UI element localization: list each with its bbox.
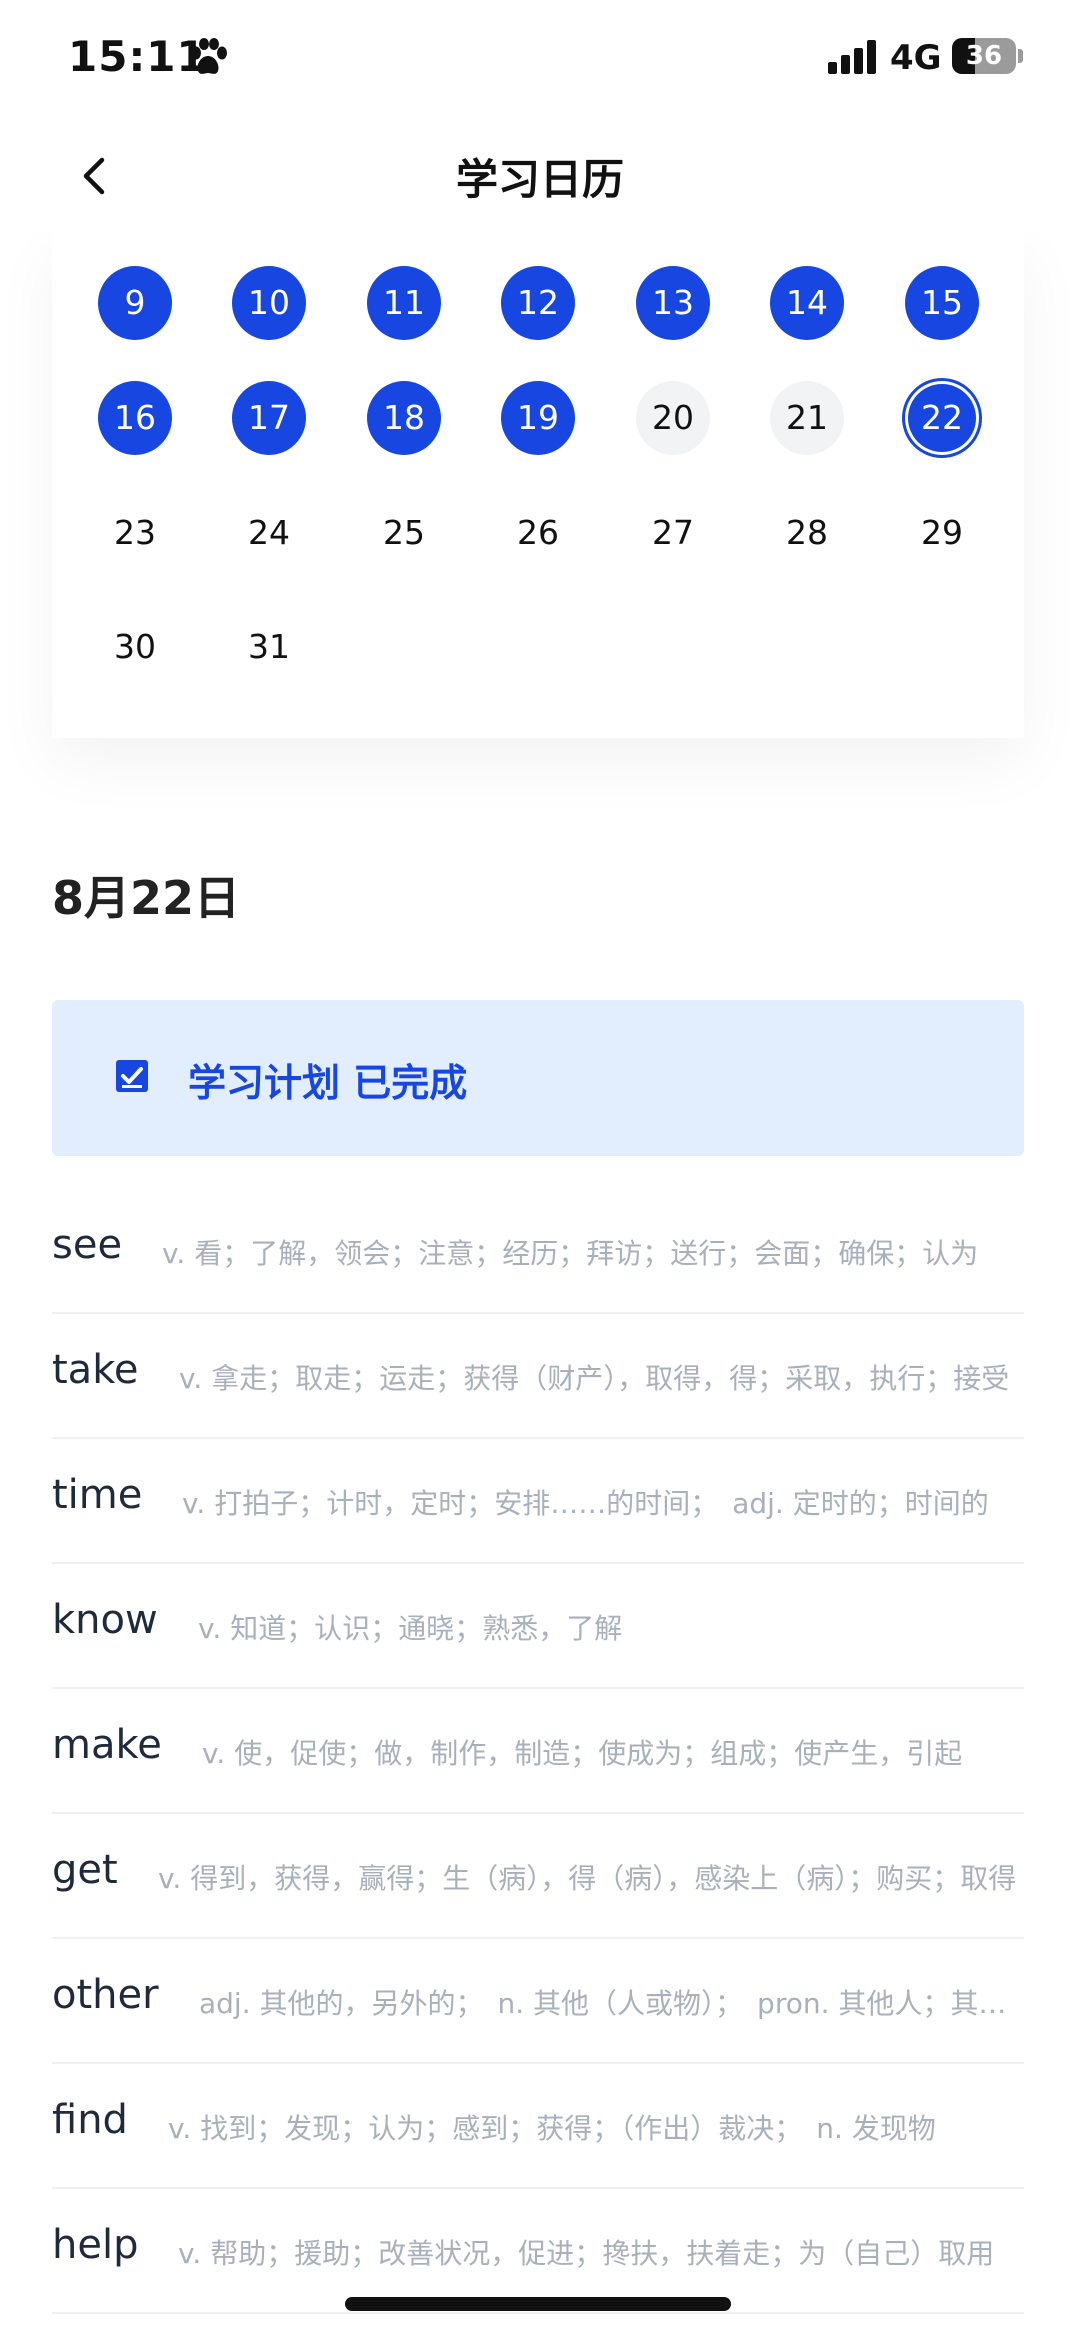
word-row[interactable]: take v. 拿走；取走；运走；获得（财产），取得，得；采取，执行；接受: [52, 1313, 1024, 1439]
status-time: 15:11: [68, 32, 207, 81]
calendar-day-31[interactable]: 31: [232, 610, 306, 684]
calendar-day-16[interactable]: 16: [98, 381, 172, 455]
word-row[interactable]: help v. 帮助；援助；改善状况，促进；搀扶，扶着走；为（自己）取用: [52, 2188, 1024, 2314]
selected-date-heading: 8月22日: [52, 871, 241, 925]
calendar-day-24[interactable]: 24: [232, 496, 306, 570]
network-type: 4G: [890, 38, 942, 78]
word-row[interactable]: know v. 知道；认识；通晓；熟悉，了解: [52, 1563, 1024, 1689]
word-text: other: [52, 1972, 159, 2018]
word-meaning: v. 得到，获得，赢得；生（病），得（病），感染上（病）；购买；取得: [158, 1862, 1017, 1895]
word-row[interactable]: make v. 使，促使；做，制作，制造；使成为；组成；使产生，引起: [52, 1688, 1024, 1814]
calendar-day-17[interactable]: 17: [232, 381, 306, 455]
calendar-day-30[interactable]: 30: [98, 610, 172, 684]
calendar-day-19[interactable]: 19: [501, 381, 575, 455]
checkbox-checked-icon: [116, 1060, 148, 1092]
calendar-day-28[interactable]: 28: [770, 496, 844, 570]
study-plan-status: 学习计划 已完成: [188, 1061, 468, 1105]
battery-icon: 36: [952, 38, 1016, 74]
signal-icon: [828, 40, 876, 74]
calendar-day-14[interactable]: 14: [770, 266, 844, 340]
calendar-day-18[interactable]: 18: [367, 381, 441, 455]
word-meaning: adj. 其他的，另外的； n. 其他（人或物）； pron. 其他人；其他东西: [199, 1987, 1024, 2020]
paw-icon: [191, 38, 227, 74]
calendar-day-26[interactable]: 26: [501, 496, 575, 570]
calendar-day-11[interactable]: 11: [367, 266, 441, 340]
word-row[interactable]: time v. 打拍子；计时，定时；安排……的时间； adj. 定时的；时间的: [52, 1438, 1024, 1564]
calendar-day-9[interactable]: 9: [98, 266, 172, 340]
calendar-day-21[interactable]: 21: [770, 381, 844, 455]
calendar-day-20[interactable]: 20: [636, 381, 710, 455]
calendar-day-27[interactable]: 27: [636, 496, 710, 570]
word-text: get: [52, 1847, 118, 1893]
word-row[interactable]: other adj. 其他的，另外的； n. 其他（人或物）； pron. 其他人…: [52, 1938, 1024, 2064]
word-text: see: [52, 1222, 123, 1268]
page-title: 学习日历: [455, 155, 624, 204]
word-text: time: [52, 1472, 143, 1518]
calendar-day-12[interactable]: 12: [501, 266, 575, 340]
word-meaning: v. 帮助；援助；改善状况，促进；搀扶，扶着走；为（自己）取用: [178, 2237, 995, 2270]
calendar-day-23[interactable]: 23: [98, 496, 172, 570]
word-row[interactable]: get v. 得到，获得，赢得；生（病），得（病），感染上（病）；购买；取得: [52, 1813, 1024, 1939]
word-text: take: [52, 1347, 139, 1393]
word-row[interactable]: find v. 找到；发现；认为；感到；获得；（作出）裁决； n. 发现物: [52, 2063, 1024, 2189]
battery-cap: [1018, 49, 1023, 63]
word-row[interactable]: see v. 看；了解，领会；注意；经历；拜访；送行；会面；确保；认为: [52, 1188, 1024, 1314]
word-text: make: [52, 1722, 162, 1768]
word-meaning: v. 拿走；取走；运走；获得（财产），取得，得；采取，执行；接受: [179, 1362, 1010, 1395]
word-meaning: v. 使，促使；做，制作，制造；使成为；组成；使产生，引起: [202, 1737, 963, 1770]
calendar-grid: 9 10 11 12 13 14 15 16 17 18 19 20 21 22 23 24 25 26 27 28 2…: [52, 232, 1024, 738]
word-meaning: v. 找到；发现；认为；感到；获得；（作出）裁决； n. 发现物: [168, 2112, 936, 2145]
nav-bar: 学习日历: [0, 120, 1080, 232]
word-text: find: [52, 2097, 128, 2143]
word-meaning: v. 知道；认识；通晓；熟悉，了解: [198, 1612, 623, 1645]
study-plan-banner: 学习计划 已完成: [52, 1000, 1024, 1156]
calendar-day-25[interactable]: 25: [367, 496, 441, 570]
word-meaning: v. 看；了解，领会；注意；经历；拜访；送行；会面；确保；认为: [162, 1237, 979, 1270]
word-meaning: v. 打拍子；计时，定时；安排……的时间； adj. 定时的；时间的: [182, 1487, 989, 1520]
word-text: help: [52, 2222, 139, 2268]
calendar-day-10[interactable]: 10: [232, 266, 306, 340]
word-text: know: [52, 1597, 158, 1643]
calendar-day-22[interactable]: 22: [905, 381, 979, 455]
battery-level: 36: [965, 41, 1003, 71]
home-indicator[interactable]: [345, 2297, 731, 2311]
calendar-day-15[interactable]: 15: [905, 266, 979, 340]
calendar-day-29[interactable]: 29: [905, 496, 979, 570]
status-bar: 15:11 4G 36: [0, 0, 1080, 120]
calendar-day-13[interactable]: 13: [636, 266, 710, 340]
